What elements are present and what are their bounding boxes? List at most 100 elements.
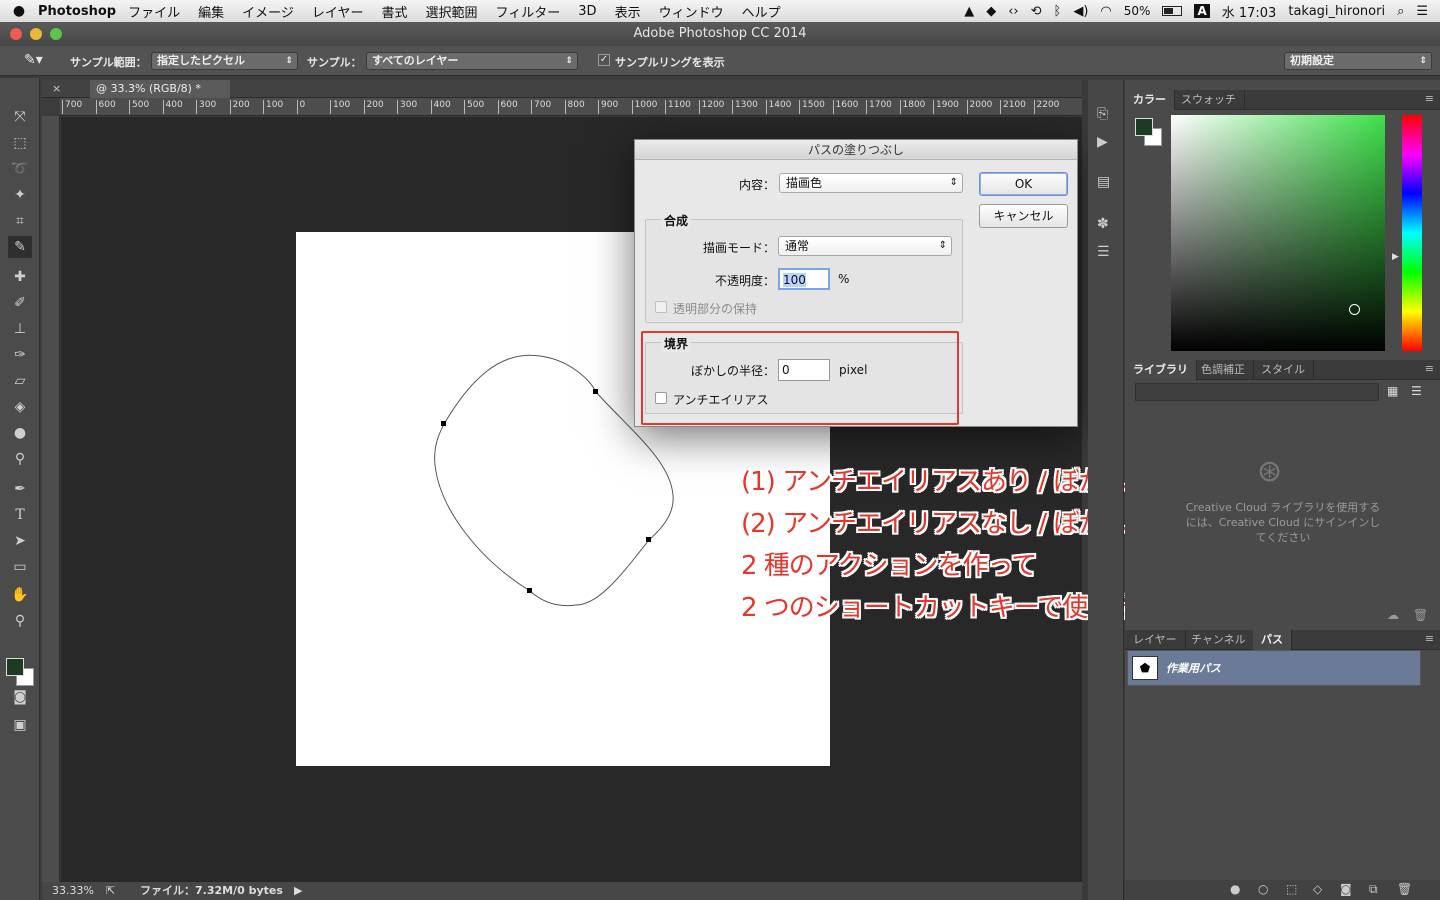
- dodge-tool-icon[interactable]: ⚲: [8, 448, 32, 470]
- tab-paths[interactable]: パス: [1253, 630, 1292, 650]
- load-as-selection-icon[interactable]: ⬚: [1286, 882, 1297, 896]
- list-view-icon[interactable]: ☰: [1411, 384, 1422, 398]
- color-field[interactable]: [1171, 115, 1385, 351]
- fill-path-icon[interactable]: ●: [1230, 882, 1240, 896]
- clock[interactable]: 水 17:03: [1222, 2, 1277, 21]
- panel-menu-icon[interactable]: ≡: [1425, 362, 1434, 375]
- sample-select[interactable]: すべてのレイヤー: [366, 52, 578, 70]
- clone-stamp-tool-icon[interactable]: ⊥: [8, 318, 32, 340]
- type-tool-icon[interactable]: T: [8, 504, 32, 526]
- new-path-icon[interactable]: ⧉: [1369, 882, 1378, 897]
- lasso-tool-icon[interactable]: ➰: [8, 158, 32, 180]
- menu-filter[interactable]: フィルター: [496, 2, 561, 21]
- healing-brush-tool-icon[interactable]: ✚: [8, 266, 32, 288]
- brush-tool-icon[interactable]: ✐: [8, 292, 32, 314]
- menu-type[interactable]: 書式: [382, 2, 408, 21]
- ok-button[interactable]: OK: [979, 172, 1068, 196]
- panel-menu-icon[interactable]: ≡: [1425, 92, 1434, 105]
- content-select[interactable]: 描画色: [779, 173, 963, 193]
- add-mask-icon[interactable]: ◙: [1340, 882, 1352, 896]
- magic-wand-tool-icon[interactable]: ✦: [8, 184, 32, 206]
- workspace-select[interactable]: 初期設定: [1284, 52, 1432, 70]
- rectangle-tool-icon[interactable]: ▭: [8, 556, 32, 578]
- eyedropper-preset-icon[interactable]: ✎▾: [24, 52, 43, 68]
- eyedropper-tool-icon[interactable]: ✎: [8, 236, 32, 258]
- wifi-icon[interactable]: ◠: [1100, 4, 1111, 19]
- document-tab[interactable]: @ 33.3% (RGB/8) *: [90, 80, 230, 98]
- foreground-color-swatch[interactable]: [6, 658, 24, 676]
- hue-marker-icon[interactable]: ▶: [1392, 252, 1399, 262]
- hue-slider[interactable]: [1402, 115, 1422, 351]
- zoom-level[interactable]: 33.33%: [52, 882, 94, 900]
- tab-layers[interactable]: レイヤー: [1125, 630, 1186, 650]
- cancel-button[interactable]: キャンセル: [979, 204, 1068, 228]
- properties-panel-icon[interactable]: ☰: [1097, 244, 1110, 260]
- drive-icon[interactable]: ▲: [964, 4, 974, 19]
- path-selection-tool-icon[interactable]: ➤: [8, 530, 32, 552]
- menu-image[interactable]: イメージ: [242, 2, 294, 21]
- bluetooth-icon[interactable]: ᛒ: [1054, 4, 1062, 19]
- delete-path-icon[interactable]: 🗑: [1397, 882, 1412, 896]
- make-work-path-icon[interactable]: ◇: [1313, 882, 1322, 896]
- menu-window[interactable]: ウィンドウ: [659, 2, 724, 21]
- tab-swatches[interactable]: スウォッチ: [1173, 90, 1245, 110]
- spotlight-icon[interactable]: ⌕: [1397, 4, 1404, 19]
- tab-color[interactable]: カラー: [1125, 90, 1175, 110]
- library-trash-icon[interactable]: 🗑: [1413, 608, 1428, 622]
- user-name[interactable]: takagi_hironori: [1288, 4, 1385, 19]
- tab-libraries[interactable]: ライブラリ: [1125, 360, 1197, 380]
- history-brush-tool-icon[interactable]: ✑: [8, 344, 32, 366]
- app-menu[interactable]: Photoshop: [38, 4, 116, 19]
- hand-tool-icon[interactable]: ✋: [8, 584, 32, 606]
- minimize-window-button[interactable]: [30, 28, 42, 40]
- menu-select[interactable]: 選択範囲: [426, 2, 478, 21]
- notification-center-icon[interactable]: ☰: [1416, 4, 1428, 19]
- apple-menu-icon[interactable]: ●: [0, 3, 38, 19]
- screen-mode-icon[interactable]: ▣: [8, 714, 32, 736]
- input-source-icon[interactable]: A: [1194, 4, 1210, 18]
- show-sampling-ring-checkbox[interactable]: ✓: [598, 54, 610, 66]
- menu-layer[interactable]: レイヤー: [312, 2, 364, 21]
- info-panel-icon[interactable]: ▤: [1097, 174, 1110, 190]
- grid-view-icon[interactable]: ▦: [1387, 384, 1398, 398]
- preserve-transparency-checkbox[interactable]: [655, 301, 667, 313]
- pen-tool-icon[interactable]: ✒: [8, 478, 32, 500]
- zoom-tool-icon[interactable]: ⚲: [8, 610, 32, 632]
- color-picker-ring[interactable]: [1349, 304, 1360, 315]
- tab-adjustments[interactable]: 色調補正: [1193, 360, 1254, 380]
- move-tool-icon[interactable]: ⤧: [8, 106, 32, 128]
- panel-menu-icon[interactable]: ≡: [1425, 632, 1434, 645]
- brush-panel-icon[interactable]: ✽: [1097, 216, 1109, 232]
- stroke-path-icon[interactable]: ○: [1258, 882, 1268, 896]
- history-panel-icon[interactable]: ⎘: [1097, 106, 1108, 122]
- menu-help[interactable]: ヘルプ: [742, 2, 781, 21]
- dropbox-icon[interactable]: ◆: [986, 4, 996, 19]
- crop-tool-icon[interactable]: ⌗: [8, 210, 32, 232]
- menu-view[interactable]: 表示: [615, 2, 641, 21]
- actions-panel-icon[interactable]: ▶: [1097, 134, 1108, 150]
- close-window-button[interactable]: [10, 28, 22, 40]
- close-doc-icon[interactable]: ×: [52, 82, 61, 95]
- opacity-input[interactable]: 100: [778, 268, 830, 290]
- menu-3d[interactable]: 3D: [578, 4, 596, 19]
- mode-select[interactable]: 通常: [778, 236, 952, 256]
- marquee-tool-icon[interactable]: ⬚: [8, 132, 32, 154]
- status-menu-arrow-icon[interactable]: ▶: [294, 882, 302, 900]
- quick-mask-icon[interactable]: ◙: [8, 686, 32, 708]
- menu-file[interactable]: ファイル: [128, 2, 180, 21]
- zoom-window-button[interactable]: [50, 28, 62, 40]
- share-icon[interactable]: ⇱: [106, 882, 115, 900]
- tab-styles[interactable]: スタイル: [1253, 360, 1314, 380]
- code-icon[interactable]: ‹›: [1008, 4, 1018, 19]
- menu-edit[interactable]: 編集: [198, 2, 224, 21]
- tab-channels[interactable]: チャンネル: [1183, 630, 1255, 650]
- color-panel-foreground-swatch[interactable]: [1135, 118, 1153, 136]
- library-select[interactable]: [1135, 383, 1379, 401]
- path-row-work-path[interactable]: ⬟ 作業用パス: [1127, 650, 1421, 686]
- eraser-tool-icon[interactable]: ▱: [8, 370, 32, 392]
- battery-icon[interactable]: [1162, 6, 1183, 16]
- cc-sync-icon[interactable]: ☁: [1387, 608, 1399, 622]
- blur-tool-icon[interactable]: ●: [8, 422, 32, 444]
- time-machine-icon[interactable]: ⟲: [1031, 4, 1042, 19]
- volume-icon[interactable]: ◀): [1073, 4, 1088, 19]
